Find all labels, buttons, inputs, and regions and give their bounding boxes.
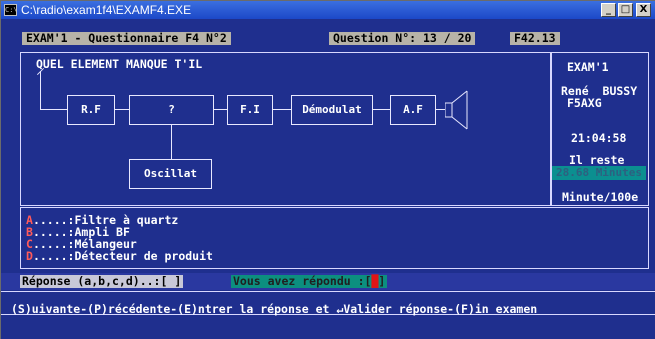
response-input[interactable]: Réponse (a,b,c,d)..:[ ] bbox=[20, 275, 184, 288]
question-counter: Question N°: 13 / 20 bbox=[329, 32, 476, 45]
question-code: F42.13 bbox=[510, 32, 560, 45]
answered-indicator: Vous avez répondu :[█] bbox=[231, 274, 388, 288]
block-fi: F.I bbox=[227, 95, 273, 125]
panel-unit: Minute/100e bbox=[562, 190, 639, 204]
answer-key-d: D bbox=[26, 249, 33, 263]
block-missing: ? bbox=[129, 95, 214, 125]
title-bar[interactable]: C:\ C:\radio\exam1f4\EXAMF4.EXE _ □ X bbox=[1, 1, 655, 19]
answer-option-d[interactable]: D.....:Détecteur de produit bbox=[26, 250, 213, 262]
speaker-icon bbox=[445, 90, 468, 130]
block-demodulator: Démodulat bbox=[291, 95, 373, 125]
maximize-button[interactable]: □ bbox=[618, 3, 633, 17]
minimize-button[interactable]: _ bbox=[601, 3, 616, 17]
command-bar: (S)uivante-(P)récédente-(E)ntrer la répo… bbox=[11, 302, 538, 316]
dos-window: C:\ C:\radio\exam1f4\EXAMF4.EXE _ □ X EX… bbox=[0, 0, 655, 339]
panel-callsign: F5AXG bbox=[567, 96, 602, 110]
exam-title: EXAM'1 - Questionnaire F4 N°2 bbox=[22, 32, 231, 45]
console-area: EXAM'1 - Questionnaire F4 N°2 Question N… bbox=[1, 19, 655, 339]
panel-exam: EXAM'1 bbox=[567, 60, 609, 74]
panel-clock: 21:04:58 bbox=[571, 131, 627, 145]
response-row: Réponse (a,b,c,d)..:[ ] Vous avez répond… bbox=[1, 273, 655, 290]
info-panel bbox=[551, 52, 649, 206]
window-title: C:\radio\exam1f4\EXAMF4.EXE bbox=[21, 3, 192, 17]
console-app-icon[interactable]: C:\ bbox=[4, 4, 18, 16]
remaining-time-bar: 28.68 Minutes bbox=[552, 166, 646, 180]
block-rf: R.F bbox=[67, 95, 115, 125]
close-button[interactable]: X bbox=[636, 3, 651, 17]
block-af: A.F bbox=[390, 95, 436, 125]
block-oscillator: Oscillat bbox=[129, 159, 212, 189]
question-prompt: QUEL ELEMENT MANQUE T'IL bbox=[36, 57, 203, 71]
panel-remaining-label: Il reste bbox=[569, 153, 625, 167]
